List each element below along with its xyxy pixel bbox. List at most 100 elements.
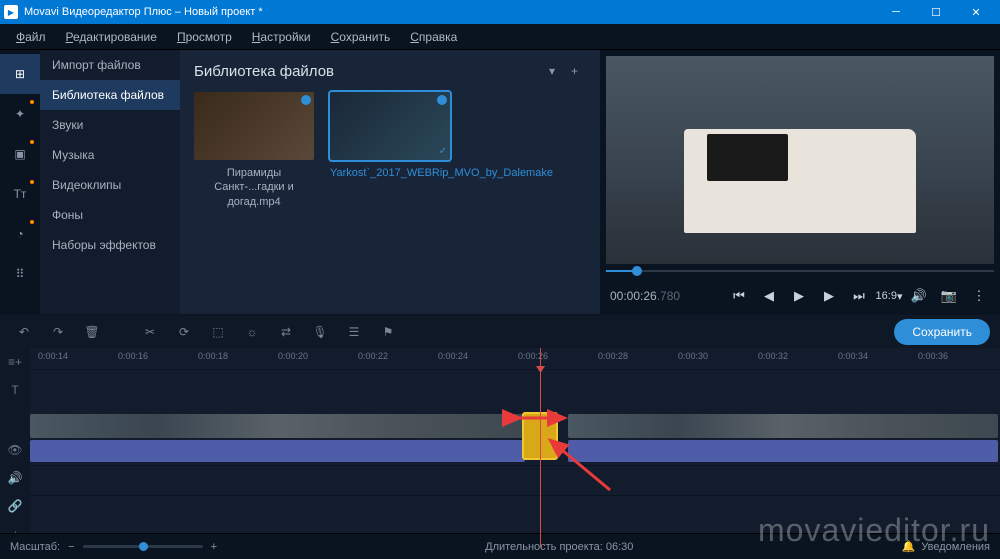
record-button[interactable]: 🎙 [306,319,334,345]
video-mute-button[interactable]: 🔊 [0,464,30,492]
frame-fwd-button[interactable]: ▶ [818,285,840,307]
transition-button[interactable]: ⇄ [272,319,300,345]
transitions-icon: ▣ [14,147,25,161]
sidebar-item-backgrounds[interactable]: Фоны [40,200,180,230]
minimize-button[interactable]: ─ [876,0,916,24]
menu-settings[interactable]: Настройки [244,26,319,48]
text-track-icon: T [11,383,18,397]
check-icon: ✓ [439,146,447,157]
menu-file[interactable]: Файл [8,26,54,48]
video-clip[interactable] [30,414,525,438]
undo-button[interactable]: ↶ [10,319,38,345]
rotate-button[interactable]: ⟳ [170,319,198,345]
menubar: Файл Редактирование Просмотр Настройки С… [0,24,1000,50]
flag-icon: ⚑ [383,325,394,339]
tab-more[interactable]: ⠿ [0,254,40,294]
notifications-label: Уведомления [921,541,990,553]
titlebar: ▶ Movavi Видеоредактор Плюс – Новый прое… [0,0,1000,24]
link-button[interactable]: 🔗 [0,492,30,520]
menu-edit[interactable]: Редактирование [58,26,165,48]
grid-icon: ⠿ [16,267,25,281]
aspect-ratio-button[interactable]: 16:9 ▾ [878,285,900,307]
wand-icon: ✦ [15,107,25,121]
snapshot-button[interactable]: 📷 [938,285,960,307]
play-button[interactable]: ▶ [788,285,810,307]
speaker-icon: 🔊 [911,288,927,304]
plus-icon: + [571,64,578,78]
sidebar-item-music[interactable]: Музыка [40,140,180,170]
sidebar-item-import[interactable]: Импорт файлов [40,50,180,80]
export-button[interactable]: Сохранить [894,319,990,345]
tab-titles[interactable]: Tᴛ [0,174,40,214]
menu-help[interactable]: Справка [402,26,465,48]
add-track-button[interactable]: ≡+ [0,348,30,376]
info-badge-icon [437,95,447,105]
zoom-slider[interactable] [83,545,203,548]
tab-transitions[interactable]: ▣ [0,134,40,174]
moon-icon: ◔ [16,227,23,241]
text-icon: Tᴛ [14,187,27,201]
title-track[interactable] [30,370,1000,410]
add-button[interactable]: + [563,60,586,82]
prev-clip-button[interactable]: ⏮ [728,285,750,307]
sidebar-item-sounds[interactable]: Звуки [40,110,180,140]
close-button[interactable]: ✕ [956,0,996,24]
rotate-icon: ⟳ [179,325,189,339]
ruler-mark: 0:00:30 [678,351,708,361]
video-visible-button[interactable]: 👁 [0,436,30,464]
ruler-mark: 0:00:28 [598,351,628,361]
preview-panel: ? 00:00:26.780 ⏮ ◀ ▶ ▶ ⏭ 16:9 ▾ 🔊 📷 ⋮ [600,50,1000,314]
link-icon: 🔗 [8,499,23,513]
tab-stickers[interactable]: ◔ [0,214,40,254]
timeline-body[interactable]: 0:00:14 0:00:16 0:00:18 0:00:20 0:00:22 … [30,348,1000,548]
media-thumb[interactable]: Пирамиды Санкт-...гадки и догад.mp4 [194,92,314,209]
cut-button[interactable]: ✂ [136,319,164,345]
play-icon: ▶ [794,288,804,304]
media-library: Библиотека файлов ▾ + Пирамиды Санкт-...… [180,50,600,314]
ruler-mark: 0:00:20 [278,351,308,361]
tab-filters[interactable]: ✦ [0,94,40,134]
notification-dot-icon [30,180,34,184]
frame-back-button[interactable]: ◀ [758,285,780,307]
mic-icon: 🎙 [312,325,327,339]
next-clip-button[interactable]: ⏭ [848,285,870,307]
preview-controls: 00:00:26.780 ⏮ ◀ ▶ ▶ ⏭ 16:9 ▾ 🔊 📷 ⋮ [600,278,1000,314]
step-fwd-icon: ▶ [824,288,834,304]
marker-button[interactable]: ⚑ [374,319,402,345]
preview-time: 00:00:26.780 [610,289,680,303]
zoom-in-button[interactable]: + [211,541,217,553]
video-clip[interactable] [568,414,998,438]
sidebar-item-clips[interactable]: Видеоклипы [40,170,180,200]
notification-dot-icon [30,220,34,224]
ruler-mark: 0:00:36 [918,351,948,361]
maximize-button[interactable]: ☐ [916,0,956,24]
ruler-mark: 0:00:26 [518,351,548,361]
menu-view[interactable]: Просмотр [169,26,240,48]
menu-save[interactable]: Сохранить [323,26,399,48]
audio-clip[interactable] [30,440,525,462]
zoom-out-button[interactable]: − [68,541,74,553]
thumb-label: Пирамиды Санкт-...гадки и догад.mp4 [194,166,314,209]
text-track-button[interactable]: T [0,376,30,404]
sidebar-item-library[interactable]: Библиотека файлов [40,80,180,110]
preview-scrubber[interactable] [606,264,994,278]
clip-props-button[interactable]: ☰ [340,319,368,345]
audio-clip[interactable] [568,440,998,462]
ruler-mark: 0:00:34 [838,351,868,361]
bell-icon: 🔔 [902,540,916,553]
tab-import[interactable]: ⊞ [0,54,40,94]
filter-button[interactable]: ▾ [541,60,563,82]
media-thumb[interactable]: ✓ Yarkost`_2017_WEBRip_MVO_by_Dalemake [330,92,450,209]
color-button[interactable]: ☼ [238,319,266,345]
delete-button[interactable]: 🗑 [78,319,106,345]
redo-button[interactable]: ↷ [44,319,72,345]
duration-label: Длительность проекта: [485,541,603,553]
time-ruler[interactable]: 0:00:14 0:00:16 0:00:18 0:00:20 0:00:22 … [30,348,1000,370]
notifications-button[interactable]: 🔔 Уведомления [902,540,990,553]
crop-button[interactable]: ⬚ [204,319,232,345]
sidebar-item-effects[interactable]: Наборы эффектов [40,230,180,260]
settings-button[interactable]: ⋮ [968,285,990,307]
undo-icon: ↶ [19,325,29,339]
video-preview[interactable] [606,56,994,264]
volume-button[interactable]: 🔊 [908,285,930,307]
